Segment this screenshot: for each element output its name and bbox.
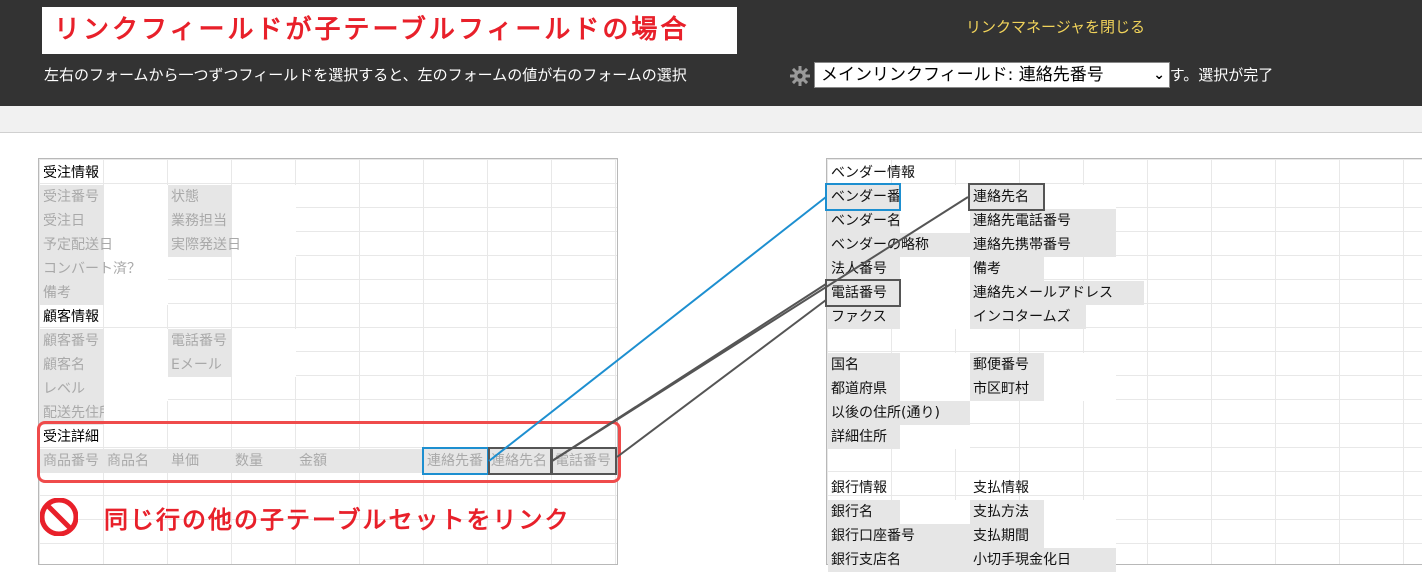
link-connector-lines [488, 196, 969, 462]
link-line-phone-b [616, 299, 827, 458]
link-line-phone-a [551, 283, 827, 462]
warning-text: 同じ行の他の子テーブルセットをリンク [104, 506, 571, 534]
no-entry-icon [40, 498, 78, 536]
link-line-contact-no [488, 196, 827, 462]
